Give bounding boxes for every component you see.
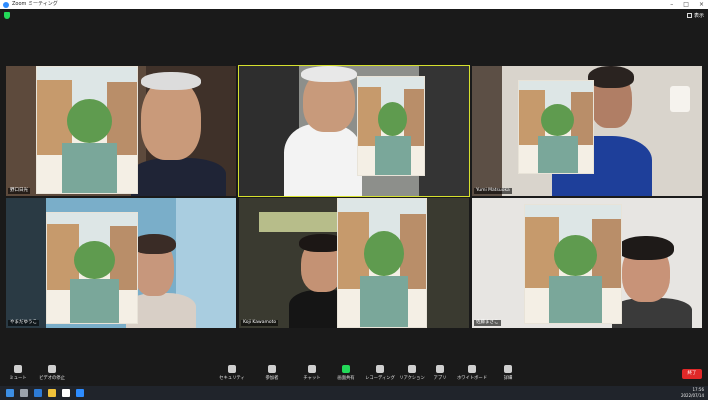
zoom-logo-icon [3, 1, 9, 8]
watercolor-painting [357, 76, 425, 176]
whiteboard-label: ホワイトボード [456, 376, 488, 381]
video-tile-4[interactable]: やまだゆうこ [6, 198, 236, 328]
folder-icon[interactable] [48, 389, 56, 397]
participant-name: Yumi Matsuoka [474, 188, 512, 194]
participant-name: Koji Kawamoto [241, 320, 279, 326]
record-label: レコーディング [365, 376, 395, 381]
security-button[interactable]: セキュリティ [216, 365, 248, 381]
apps-button[interactable]: アプリ [424, 365, 456, 381]
meeting-topbar: 表示 [0, 9, 708, 23]
people-icon [268, 365, 276, 373]
clock-date: 2022/07/14 [680, 393, 704, 398]
more-dots-icon [504, 365, 512, 373]
search-icon[interactable] [20, 389, 28, 397]
window-title: Zoom ミーティング [12, 1, 58, 7]
video-tile-3[interactable]: Yumi Matsuoka [472, 66, 702, 196]
watercolor-painting [337, 198, 427, 328]
security-label: セキュリティ [219, 376, 245, 381]
reactions-label: リアクション [399, 376, 425, 381]
video-tile-2[interactable] [238, 65, 470, 197]
shield-icon [228, 365, 236, 373]
participants-button[interactable]: 参加者 [256, 365, 288, 381]
participant-name: やまだゆうこ [8, 320, 39, 326]
maximize-icon[interactable]: □ [683, 0, 689, 9]
apps-label: アプリ [433, 376, 447, 381]
microphone-icon [14, 365, 22, 373]
chat-bubble-icon [308, 365, 316, 373]
whiteboard-button[interactable]: ホワイトボード [456, 365, 488, 381]
watercolor-painting [524, 204, 622, 324]
video-camera-icon [48, 365, 56, 373]
watercolor-painting [518, 80, 594, 174]
edge-icon[interactable] [34, 389, 42, 397]
chat-button[interactable]: チャット [296, 365, 328, 381]
chrome-icon[interactable] [62, 389, 70, 397]
window-titlebar: Zoom ミーティング – □ × [0, 0, 708, 9]
video-tile-1[interactable]: 野口日光 [6, 66, 236, 196]
minimize-icon[interactable]: – [670, 0, 673, 9]
video-grid: 野口日光 Yumi Matsuoka やまだゆうこ Koji Kawamoto … [0, 23, 708, 364]
close-icon[interactable]: × [699, 0, 704, 9]
participants-label: 参加者 [265, 376, 279, 381]
record-button[interactable]: レコーディング [364, 365, 396, 381]
grid-icon [686, 13, 692, 18]
system-clock: 17:56 2022/07/14 [681, 387, 704, 399]
participant-name: 野口日光 [8, 188, 30, 194]
apps-icon [436, 365, 444, 373]
view-button[interactable]: 表示 [686, 12, 704, 19]
meeting-toolbar: ミュート ビデオの停止 セキュリティ 参加者 チャット 画面共有 レコーディング… [0, 364, 708, 386]
shield-icon[interactable] [4, 12, 10, 19]
stop-video-button[interactable]: ビデオの停止 [36, 365, 68, 381]
smile-icon [408, 365, 416, 373]
view-label: 表示 [693, 13, 704, 19]
end-meeting-button[interactable]: 終了 [682, 369, 702, 379]
share-screen-icon [342, 365, 350, 373]
participant-name: 佐藤まさこ [474, 320, 501, 326]
start-icon[interactable] [6, 389, 14, 397]
video-label: ビデオの停止 [39, 376, 65, 381]
mute-button[interactable]: ミュート [2, 365, 34, 381]
os-taskbar: 17:56 2022/07/14 [0, 386, 708, 400]
zoom-taskbar-icon[interactable] [76, 389, 84, 397]
share-screen-button[interactable]: 画面共有 [330, 365, 362, 381]
more-label: 詳細 [503, 376, 513, 381]
mute-label: ミュート [9, 376, 27, 381]
chat-label: チャット [303, 376, 321, 381]
watercolor-painting [46, 212, 138, 324]
more-button[interactable]: 詳細 [492, 365, 524, 381]
video-tile-5[interactable]: Koji Kawamoto [239, 198, 469, 328]
whiteboard-icon [468, 365, 476, 373]
record-icon [376, 365, 384, 373]
share-label: 画面共有 [337, 376, 355, 381]
watercolor-painting [36, 66, 138, 194]
video-tile-6[interactable]: 佐藤まさこ [472, 198, 702, 328]
lamp [670, 86, 690, 112]
